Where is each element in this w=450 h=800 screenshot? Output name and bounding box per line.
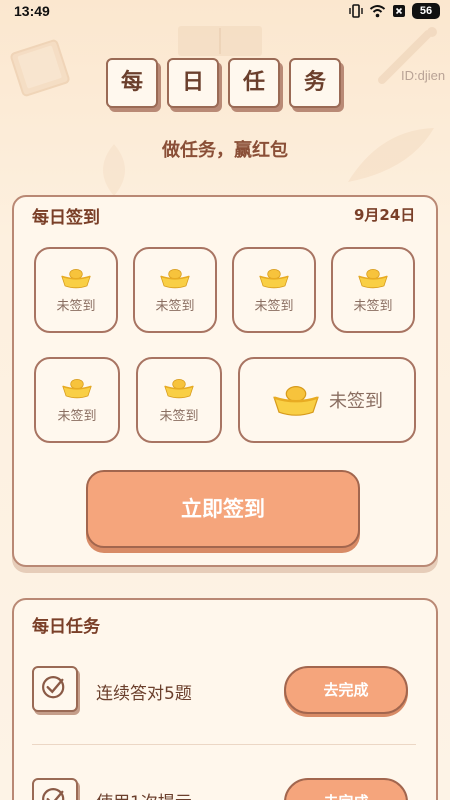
books-decoration-icon: [178, 26, 262, 56]
watermark-text: ID:djien: [401, 68, 446, 83]
checkin-day-status: 未签到: [57, 408, 97, 424]
wifi-icon: [369, 5, 386, 18]
checkin-day-status: 未签到: [254, 298, 294, 314]
checkin-day[interactable]: 未签到: [34, 357, 120, 443]
checkin-date: 9月24日: [354, 206, 416, 224]
gold-ingot-icon: [163, 377, 195, 399]
task-label: 使用1次提示: [96, 788, 192, 800]
task-divider: [32, 744, 416, 745]
title-char: 每: [106, 58, 158, 108]
checkin-day-status: 未签到: [329, 391, 383, 412]
checkin-day[interactable]: 未签到: [34, 247, 118, 333]
checkin-day[interactable]: 未签到: [133, 247, 217, 333]
no-sim-icon: [393, 5, 405, 17]
tasks-title: 每日任务: [32, 617, 100, 637]
checkin-day-status: 未签到: [353, 298, 393, 314]
gold-ingot-icon: [271, 383, 321, 417]
gold-ingot-icon: [60, 267, 92, 289]
checkin-day-status: 未签到: [159, 408, 199, 424]
title-char: 日: [167, 58, 219, 108]
gold-ingot-icon: [159, 267, 191, 289]
task-label: 连续答对5题: [96, 684, 192, 704]
check-circle-icon: [42, 676, 65, 699]
book-decoration-icon: [10, 39, 70, 97]
checkin-day-status: 未签到: [155, 298, 195, 314]
status-icons: 56: [349, 3, 440, 19]
task-go-button[interactable]: 去完成: [284, 666, 408, 714]
checkin-day-status: 未签到: [56, 298, 96, 314]
check-circle-icon: [42, 788, 65, 800]
task-check-icon: [32, 666, 78, 712]
battery-indicator: 56: [412, 3, 440, 19]
gold-ingot-icon: [61, 377, 93, 399]
checkin-day[interactable]: 未签到: [232, 247, 316, 333]
checkin-day[interactable]: 未签到: [331, 247, 415, 333]
vibrate-icon: [349, 4, 363, 18]
title-char: 任: [228, 58, 280, 108]
checkin-title: 每日签到: [32, 208, 100, 228]
gold-ingot-icon: [357, 267, 389, 289]
status-time: 13:49: [14, 3, 50, 19]
page-title: 每 日 任 务: [106, 58, 341, 108]
page-subtitle: 做任务，赢红包: [162, 140, 288, 161]
gold-ingot-icon: [258, 267, 290, 289]
title-char: 务: [289, 58, 341, 108]
checkin-now-button[interactable]: 立即签到: [86, 470, 360, 548]
checkin-day-bonus[interactable]: 未签到: [238, 357, 416, 443]
task-go-button[interactable]: 去完成: [284, 778, 408, 800]
checkin-day[interactable]: 未签到: [136, 357, 222, 443]
task-check-icon: [32, 778, 78, 800]
